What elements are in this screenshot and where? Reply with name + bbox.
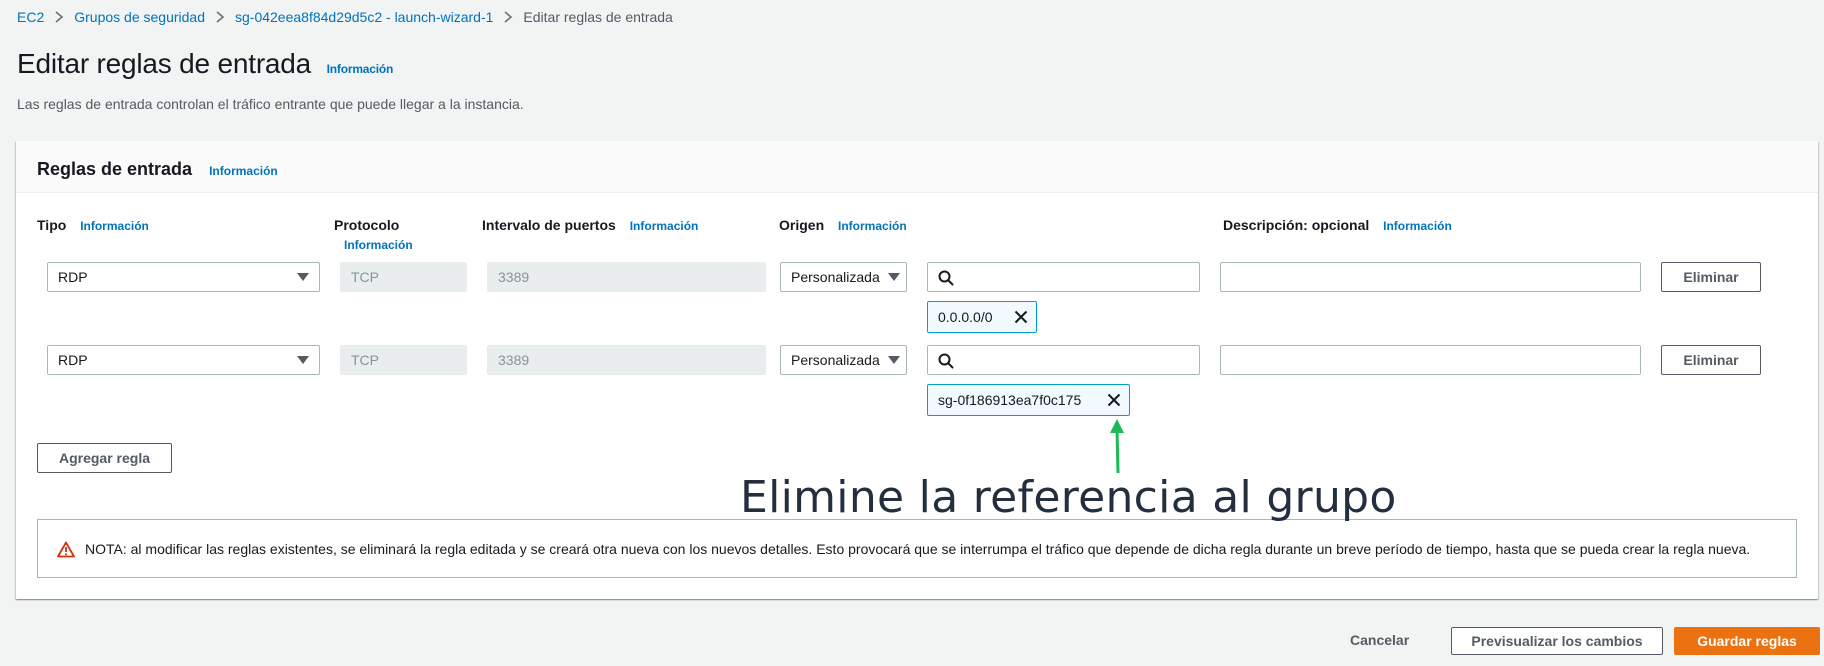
col-header-puertos-info[interactable]: Información: [630, 219, 699, 233]
rule-1-description-input[interactable]: [1220, 262, 1641, 292]
close-icon[interactable]: [1107, 393, 1121, 407]
page-title: Editar reglas de entrada Información: [17, 48, 393, 80]
rule-2-type-select[interactable]: RDP: [47, 345, 320, 375]
col-header-puertos-label: Intervalo de puertos: [482, 217, 616, 233]
col-header-protocolo: Protocolo: [334, 217, 399, 233]
page-info-link[interactable]: Información: [327, 62, 394, 76]
chevron-right-icon: [44, 11, 74, 23]
rule-1-source-token-label: 0.0.0.0/0: [938, 309, 993, 325]
col-header-tipo-label: Tipo: [37, 217, 67, 233]
cancel-button[interactable]: Cancelar: [1350, 632, 1409, 648]
chevron-right-icon: [493, 11, 523, 23]
rule-1-source-select[interactable]: Personalizada: [780, 262, 907, 292]
warning-note: NOTA: al modificar las reglas existentes…: [37, 519, 1797, 578]
inbound-rules-panel: Reglas de entrada Información Tipo Infor…: [16, 141, 1818, 599]
col-header-protocolo-info[interactable]: Información: [344, 238, 413, 252]
col-header-descripcion-info[interactable]: Información: [1383, 219, 1452, 233]
preview-changes-button[interactable]: Previsualizar los cambios: [1451, 627, 1663, 655]
breadcrumb: EC2 Grupos de seguridad sg-042eea8f84d29…: [17, 7, 673, 27]
caret-down-icon: [297, 273, 309, 281]
col-header-origen-label: Origen: [779, 217, 825, 233]
rule-2-delete-button[interactable]: Eliminar: [1661, 345, 1761, 375]
panel-title-text: Reglas de entrada: [37, 159, 193, 179]
annotation-text: Elimine la referencia al grupo: [740, 472, 1397, 523]
save-rules-button[interactable]: Guardar reglas: [1674, 627, 1820, 655]
col-header-puertos: Intervalo de puertos Información: [482, 217, 698, 233]
rule-2-source-token: sg-0f186913ea7f0c175: [927, 384, 1130, 416]
add-rule-button[interactable]: Agregar regla: [37, 443, 172, 473]
breadcrumb-current: Editar reglas de entrada: [523, 9, 673, 25]
page-description: Las reglas de entrada controlan el tráfi…: [17, 96, 524, 112]
caret-down-icon: [297, 356, 309, 364]
search-icon: [938, 270, 954, 286]
col-header-protocolo-label: Protocolo: [334, 217, 400, 233]
rule-2-type-value: RDP: [58, 352, 88, 368]
close-icon[interactable]: [1014, 310, 1028, 324]
warning-note-text: NOTA: al modificar las reglas existentes…: [85, 541, 1751, 557]
col-header-origen: Origen Información: [779, 217, 907, 233]
panel-header: Reglas de entrada Información: [16, 141, 1818, 193]
breadcrumb-security-groups[interactable]: Grupos de seguridad: [74, 9, 205, 25]
chevron-right-icon: [205, 11, 235, 23]
rule-2-port-field: 3389: [487, 345, 766, 375]
rule-2-source-token-label: sg-0f186913ea7f0c175: [938, 392, 1082, 408]
rule-1-source-search-input[interactable]: [927, 262, 1200, 292]
rule-1-port-field: 3389: [487, 262, 766, 292]
caret-down-icon: [888, 356, 900, 364]
caret-down-icon: [888, 273, 900, 281]
page-title-text: Editar reglas de entrada: [17, 48, 312, 79]
breadcrumb-ec2[interactable]: EC2: [17, 9, 44, 25]
panel-info-link[interactable]: Información: [209, 164, 278, 178]
col-header-tipo-info[interactable]: Información: [80, 219, 149, 233]
arrow-up-icon: [1110, 419, 1124, 474]
rule-2-source-select[interactable]: Personalizada: [780, 345, 907, 375]
rule-2-description-input[interactable]: [1220, 345, 1641, 375]
rule-1-protocol-field: TCP: [340, 262, 467, 292]
rule-1-source-value: Personalizada: [791, 269, 880, 285]
rule-2-source-value: Personalizada: [791, 352, 880, 368]
col-header-descripcion: Descripción: opcional Información: [1223, 217, 1452, 233]
rule-1-source-token: 0.0.0.0/0: [927, 301, 1037, 333]
col-header-origen-info[interactable]: Información: [838, 219, 907, 233]
rule-1-type-value: RDP: [58, 269, 88, 285]
warning-icon: [57, 541, 75, 558]
rule-1-type-select[interactable]: RDP: [47, 262, 320, 292]
rule-2-protocol-field: TCP: [340, 345, 467, 375]
rule-2-source-search-input[interactable]: [927, 345, 1200, 375]
rule-1-delete-button[interactable]: Eliminar: [1661, 262, 1761, 292]
col-header-descripcion-label: Descripción: opcional: [1223, 217, 1370, 233]
breadcrumb-security-group[interactable]: sg-042eea8f84d29d5c2 - launch-wizard-1: [235, 9, 493, 25]
panel-title: Reglas de entrada Información: [37, 159, 278, 180]
search-icon: [938, 353, 954, 369]
col-header-tipo: Tipo Información: [37, 217, 149, 233]
